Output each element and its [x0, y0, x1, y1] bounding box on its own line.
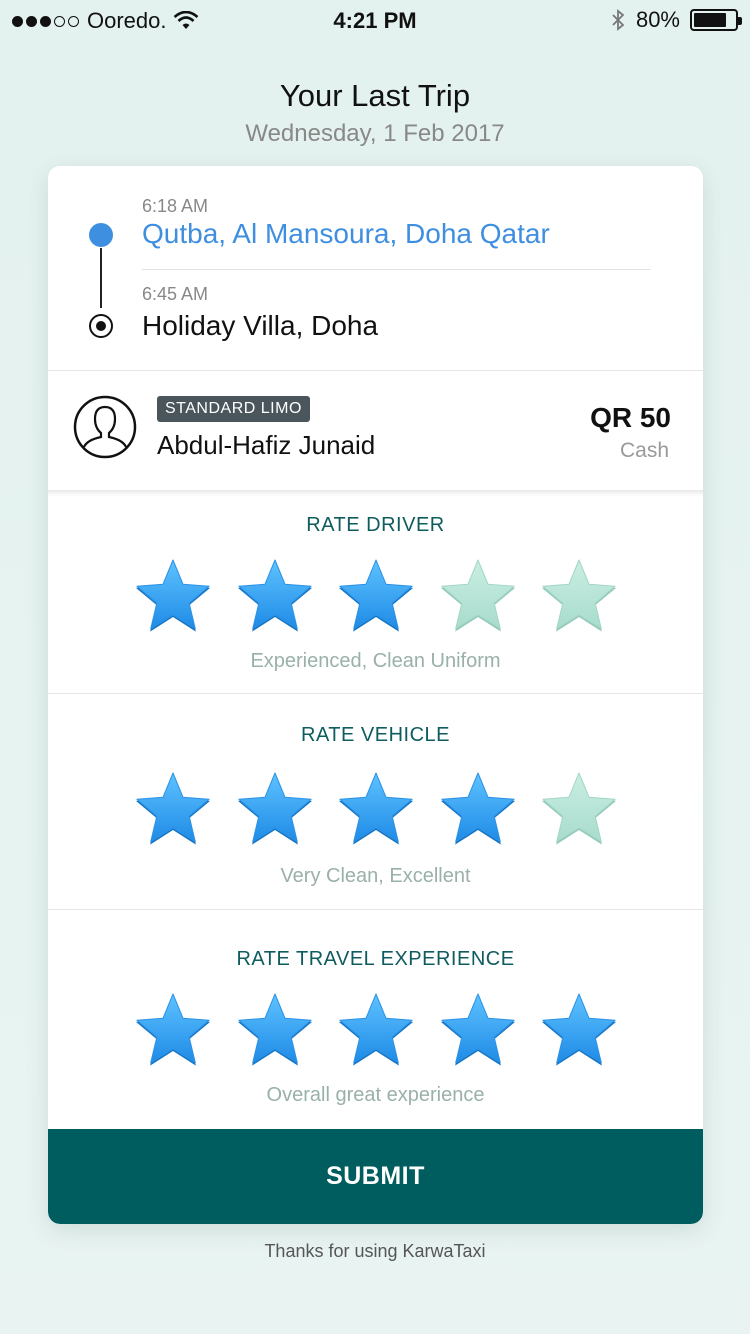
rating-caption: Experienced, Clean Uniform [250, 650, 501, 672]
star-filled-icon[interactable] [132, 558, 214, 638]
pickup-marker-icon [89, 223, 113, 247]
driver-name: Abdul-Hafiz Junaid [157, 430, 376, 460]
fare-amount: QR 50 [590, 402, 671, 433]
dropoff-marker-icon [89, 314, 113, 338]
star-filled-icon[interactable] [437, 992, 519, 1072]
rating-title: RATE DRIVER [306, 514, 445, 536]
dropoff-location: Holiday Villa, Doha [142, 310, 379, 341]
status-right: 80% [610, 7, 742, 33]
star-empty-icon[interactable] [538, 558, 620, 638]
star-filled-icon[interactable] [538, 992, 620, 1072]
star-filled-icon[interactable] [234, 558, 316, 638]
star-filled-icon[interactable] [437, 771, 519, 851]
dropoff-time: 6:45 AM [142, 284, 209, 304]
vehicle-star-rating[interactable] [132, 771, 619, 851]
star-filled-icon[interactable] [335, 771, 417, 851]
trip-card: 6:18 AM Qutba, Al Mansoura, Doha Qatar 6… [48, 166, 703, 1224]
star-filled-icon[interactable] [234, 992, 316, 1072]
pickup-location: Qutba, Al Mansoura, Doha Qatar [142, 218, 550, 249]
star-filled-icon[interactable] [335, 992, 417, 1072]
driver-info: STANDARD LIMO Abdul-Hafiz Junaid QR 50 C… [48, 370, 703, 490]
rate-vehicle-section: RATE VEHICLE Very Clean, Excellent [48, 694, 703, 909]
star-filled-icon[interactable] [132, 992, 214, 1072]
star-filled-icon[interactable] [132, 771, 214, 851]
battery-icon [690, 9, 742, 31]
trip-date: Wednesday, 1 Feb 2017 [245, 120, 505, 147]
footer-text: Thanks for using KarwaTaxi [264, 1241, 486, 1261]
star-filled-icon[interactable] [335, 558, 417, 638]
battery-fill [694, 13, 726, 27]
page-title: Your Last Trip [279, 78, 471, 113]
rating-caption: Overall great experience [266, 1084, 485, 1106]
experience-star-rating[interactable] [132, 992, 619, 1072]
bluetooth-icon [612, 9, 625, 31]
status-bar: Ooredo. 4:21 PM 80% [0, 0, 750, 40]
battery-percent: 80% [635, 7, 680, 32]
pickup-time: 6:18 AM [142, 196, 209, 216]
star-empty-icon[interactable] [437, 558, 519, 638]
car-type-badge: STANDARD LIMO [157, 396, 310, 422]
rating-area: RATE DRIVER Experienced, Clean Uniform R… [48, 490, 703, 1129]
user-avatar-icon [73, 395, 137, 459]
rate-travel-experience-section: RATE TRAVEL EXPERIENCE Overall great exp… [48, 910, 703, 1129]
rating-title: RATE TRAVEL EXPERIENCE [236, 948, 515, 970]
rate-driver-section: RATE DRIVER Experienced, Clean Uniform [48, 490, 703, 693]
trip-route: 6:18 AM Qutba, Al Mansoura, Doha Qatar 6… [48, 166, 703, 370]
divider [142, 269, 651, 270]
payment-method: Cash [619, 439, 669, 462]
rating-title: RATE VEHICLE [301, 724, 450, 746]
submit-button[interactable]: SUBMIT [48, 1129, 703, 1224]
driver-star-rating[interactable] [132, 558, 619, 638]
rating-caption: Very Clean, Excellent [280, 865, 471, 887]
star-empty-icon[interactable] [538, 771, 620, 851]
star-filled-icon[interactable] [234, 771, 316, 851]
route-line [100, 248, 102, 308]
